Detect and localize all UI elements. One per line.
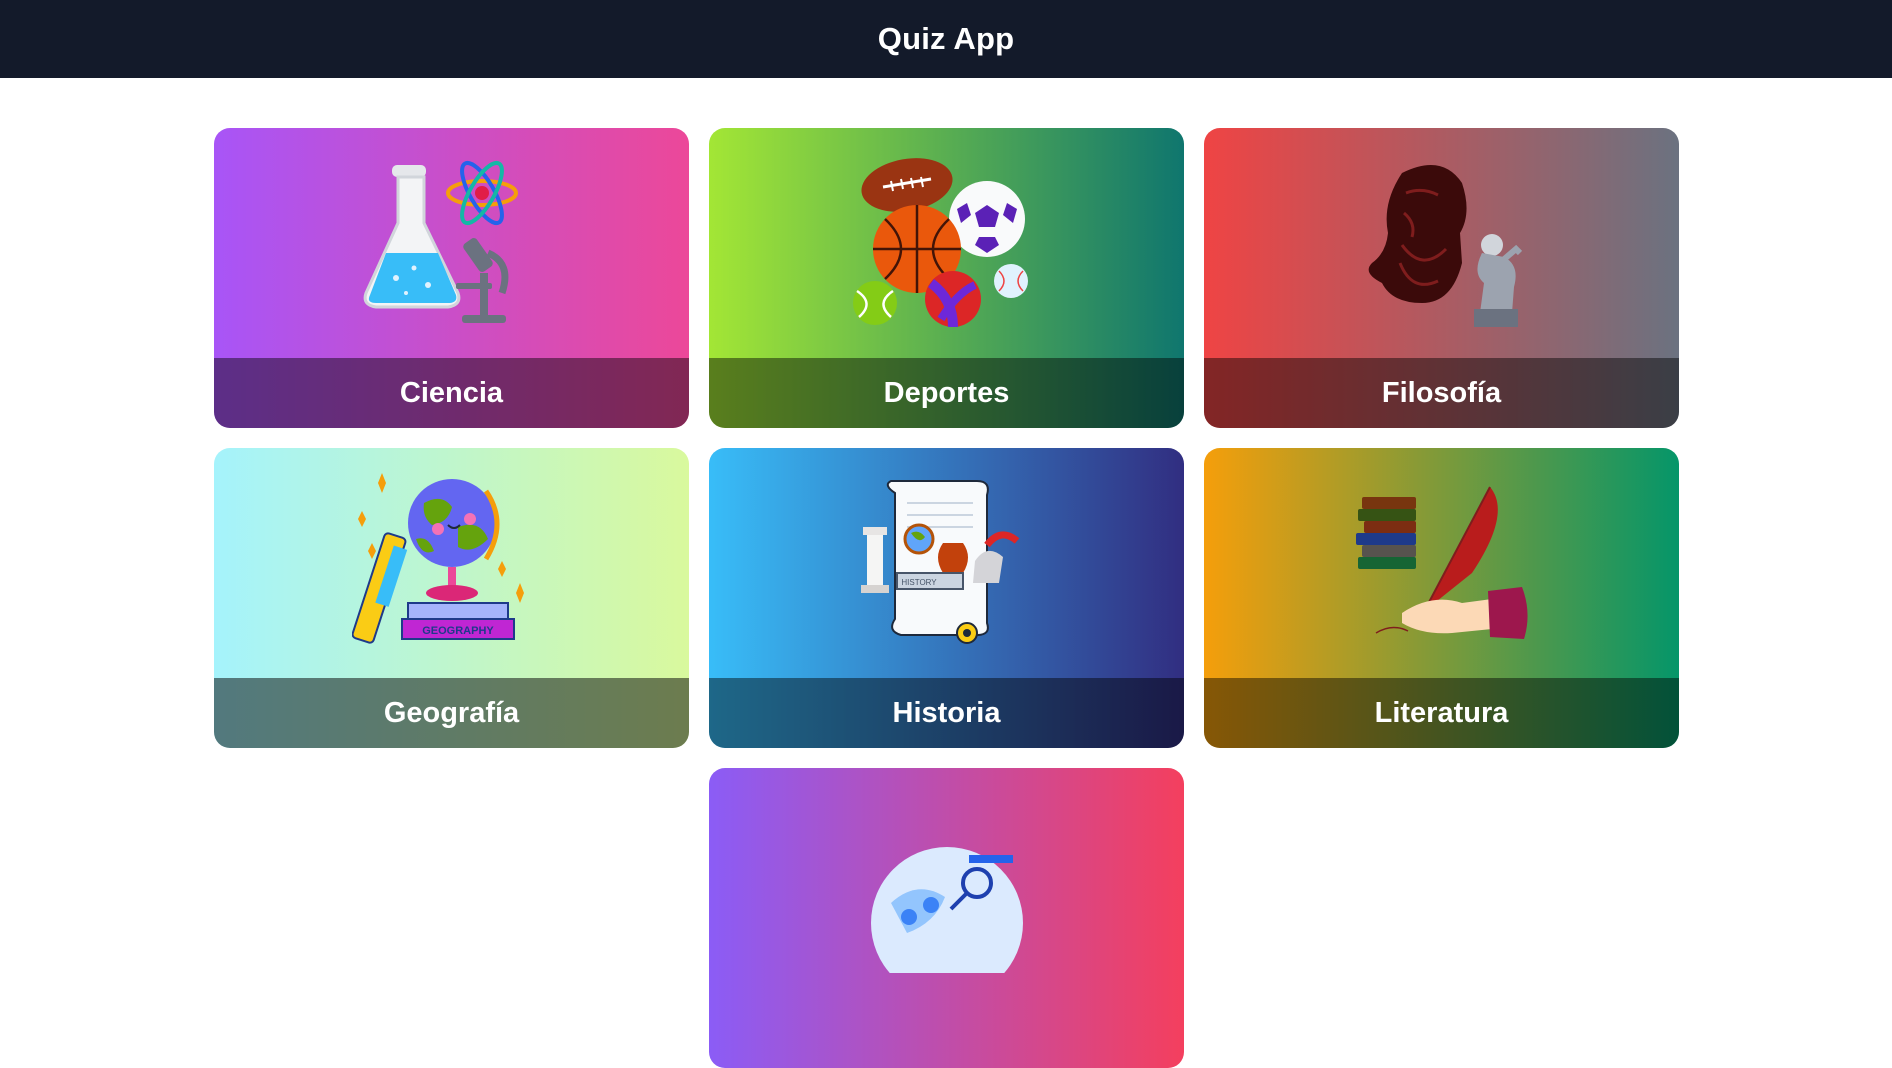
- history-scroll-icon: HISTORY: [709, 448, 1184, 678]
- category-label-bar: Filosofía: [1204, 358, 1679, 428]
- philosopher-thinker-icon: [1204, 128, 1679, 358]
- grid-spacer: [214, 768, 689, 1068]
- category-card-filosofia[interactable]: Filosofía: [1204, 128, 1679, 428]
- category-label: Geografía: [383, 696, 520, 729]
- category-label-bar: Geografía: [214, 678, 689, 748]
- books-quill-icon: [1204, 448, 1679, 678]
- category-label-bar: Ciencia: [214, 358, 689, 428]
- category-label-bar: Literatura: [1204, 678, 1679, 748]
- svg-text:GEOGRAPHY: GEOGRAPHY: [422, 625, 494, 637]
- category-label-bar: Historia: [709, 678, 1184, 748]
- category-card-partial[interactable]: [709, 768, 1184, 1068]
- category-label: Filosofía: [1381, 376, 1502, 409]
- category-card-deportes[interactable]: Deportes: [709, 128, 1184, 428]
- category-label-bar: Deportes: [709, 358, 1184, 428]
- category-card-geografia[interactable]: GEOGRAPHY Geografía: [214, 448, 689, 748]
- svg-text:HISTORY: HISTORY: [901, 578, 937, 587]
- globe-books-icon: GEOGRAPHY: [214, 448, 689, 678]
- category-label: Deportes: [883, 376, 1010, 409]
- category-card-ciencia[interactable]: Ciencia: [214, 128, 689, 428]
- brain-globe-icon: [709, 768, 1184, 998]
- app-header: Quiz App: [0, 0, 1892, 78]
- science-flask-atom-microscope-icon: [214, 128, 689, 358]
- category-card-literatura[interactable]: Literatura: [1204, 448, 1679, 748]
- app-title: Quiz App: [877, 21, 1015, 56]
- category-card-historia[interactable]: HISTORY Historia: [709, 448, 1184, 748]
- category-label: Historia: [892, 696, 1001, 729]
- category-grid: Ciencia Deportes Filosofía GEOGRAPHY Geo…: [214, 128, 1679, 1068]
- category-label: Ciencia: [399, 376, 504, 409]
- category-label: Literatura: [1374, 696, 1509, 729]
- sports-balls-icon: [709, 128, 1184, 358]
